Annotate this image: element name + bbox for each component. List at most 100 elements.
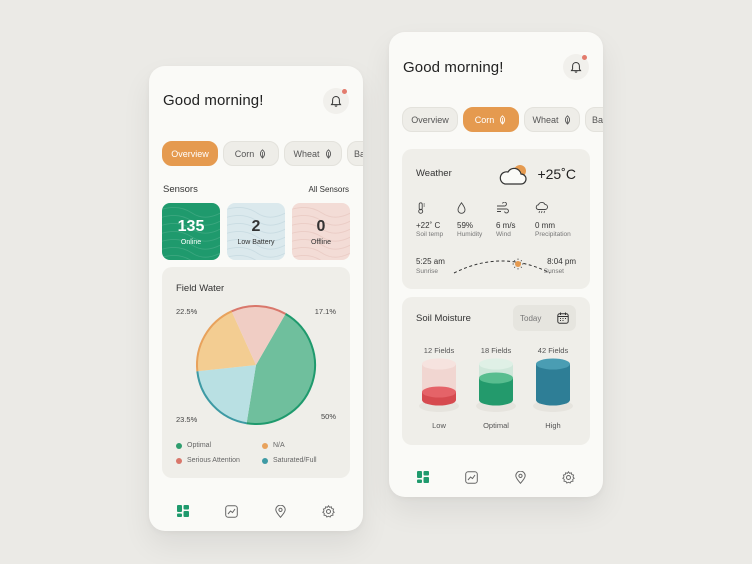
offline-label: Offline [310,238,332,246]
tab-label: Corn [234,148,255,159]
low-fields-count: 12 Fields [423,346,455,355]
wind-icon [497,201,509,214]
notification-dot [342,89,347,94]
all-sensors-link[interactable]: All Sensors [309,185,349,194]
leaf-icon [260,148,266,159]
crop-tabs: Overview Corn Wheat Bar [402,107,603,132]
soil-temp-caption: Soil temp [416,231,444,238]
tab-label: Corn [474,114,495,125]
bottom-nav [389,457,603,497]
cylinder-low[interactable] [417,358,461,414]
bell-icon [570,61,582,73]
nav-map[interactable] [269,500,291,522]
soil-temp-value: +22˚ C [416,221,441,230]
nav-analytics[interactable] [461,466,483,488]
tab-label: Overview [411,114,449,125]
legend-optimal: Optimal [176,442,211,449]
right-phone-screen: Good morning! Overview Corn Wheat Bar We… [389,32,603,497]
calendar-icon [557,312,569,324]
humidity-value: 59% [457,221,474,230]
cylinder-optimal[interactable] [474,358,518,414]
nav-map[interactable] [509,466,531,488]
legend-label: Optimal [187,442,212,449]
tab-label: Wheat [532,114,559,125]
weather-soil-temp: +22˚ C Soil temp [416,201,443,238]
soil-moisture-title: Soil Moisture [416,313,471,324]
greeting-title: Good morning! [403,59,504,76]
gear-icon [562,470,576,484]
legend-label: Serious Attention [187,457,240,464]
tab-corn[interactable]: Corn [463,107,519,132]
sensor-card-offline[interactable]: 0 Offline [292,203,350,260]
leaf-icon [500,114,506,125]
tab-label: Bar [592,114,603,125]
legend-serious-attention: Serious Attention [176,457,240,464]
sensor-card-low-battery[interactable]: 2 Low Battery [227,203,285,260]
tab-overview[interactable]: Overview [162,141,218,166]
pct-label-saturated: 23.5% [176,415,198,424]
bottom-nav [149,491,363,531]
pct-label-serious: 17.1% [314,307,336,316]
tab-wheat[interactable]: Wheat [524,107,580,132]
optimal-fields-count: 18 Fields [480,346,512,355]
cylinder-high[interactable] [531,358,575,414]
low-label: Low [432,421,446,430]
tab-label: Wheat [293,148,320,159]
weather-humidity: 59% Humidity [457,201,482,238]
legend-saturated: Saturated/Full [262,457,317,464]
tab-corn[interactable]: Corn [223,141,279,166]
online-label: Online [180,238,202,246]
thermometer-icon [418,202,425,214]
pct-label-optimal: 50% [320,412,336,421]
legend-label: N/A [273,442,285,449]
tab-label: Bar [354,148,363,159]
location-pin-icon [515,470,526,484]
weather-temperature: +25˚C [537,166,576,182]
chart-icon [225,504,239,518]
legend-swatch [176,457,182,464]
chart-icon [465,470,479,484]
wind-value: 6 m/s [496,221,516,230]
legend-label: Saturated/Full [273,457,317,464]
droplet-icon [457,202,466,214]
sun-path-arc [453,258,551,274]
greeting-title: Good morning! [163,92,264,109]
high-label: High [545,421,561,430]
nav-dashboard[interactable] [172,500,194,522]
precipitation-caption: Precipitation [535,231,571,238]
sun-position-icon [512,258,524,270]
weather-wind: 6 m/s Wind [496,201,516,238]
sunrise-time: 5:25 am [416,257,445,266]
low-battery-count: 2 [251,217,261,235]
tab-overview[interactable]: Overview [402,107,458,132]
field-water-panel: Field Water 22.5% 17.1% 23.5% 50% Optima… [162,267,350,478]
humidity-caption: Humidity [457,231,483,238]
rain-cloud-icon [535,201,548,214]
left-phone-screen: Good morning! Overview Corn Wheat Bar Se… [149,66,363,531]
nav-settings[interactable] [558,466,580,488]
pct-label-na: 22.5% [176,307,198,316]
wind-caption: Wind [496,231,511,238]
bell-icon [330,95,342,107]
weather-panel: Weather +25˚C +22˚ C Soil temp 59% Humid… [402,149,590,289]
legend-swatch [262,457,268,464]
weather-precipitation: 0 mm Precipitation [535,201,571,238]
date-picker[interactable]: Today [513,305,576,331]
notification-dot [582,55,587,60]
nav-analytics[interactable] [221,500,243,522]
notification-button[interactable] [563,54,589,80]
legend-na: N/A [262,442,285,449]
precipitation-value: 0 mm [535,221,555,230]
tab-barley[interactable]: Bar [585,107,603,132]
tab-barley[interactable]: Bar [347,141,363,166]
nav-settings[interactable] [318,500,340,522]
gear-icon [322,504,336,518]
legend-swatch [262,442,268,449]
tab-wheat[interactable]: Wheat [284,141,342,166]
nav-dashboard[interactable] [412,466,434,488]
sensor-card-online[interactable]: 135 Online [162,203,220,260]
dashboard-icon [417,471,430,483]
notification-button[interactable] [323,88,349,114]
partly-sunny-icon [499,165,527,185]
low-battery-label: Low Battery [237,238,275,246]
